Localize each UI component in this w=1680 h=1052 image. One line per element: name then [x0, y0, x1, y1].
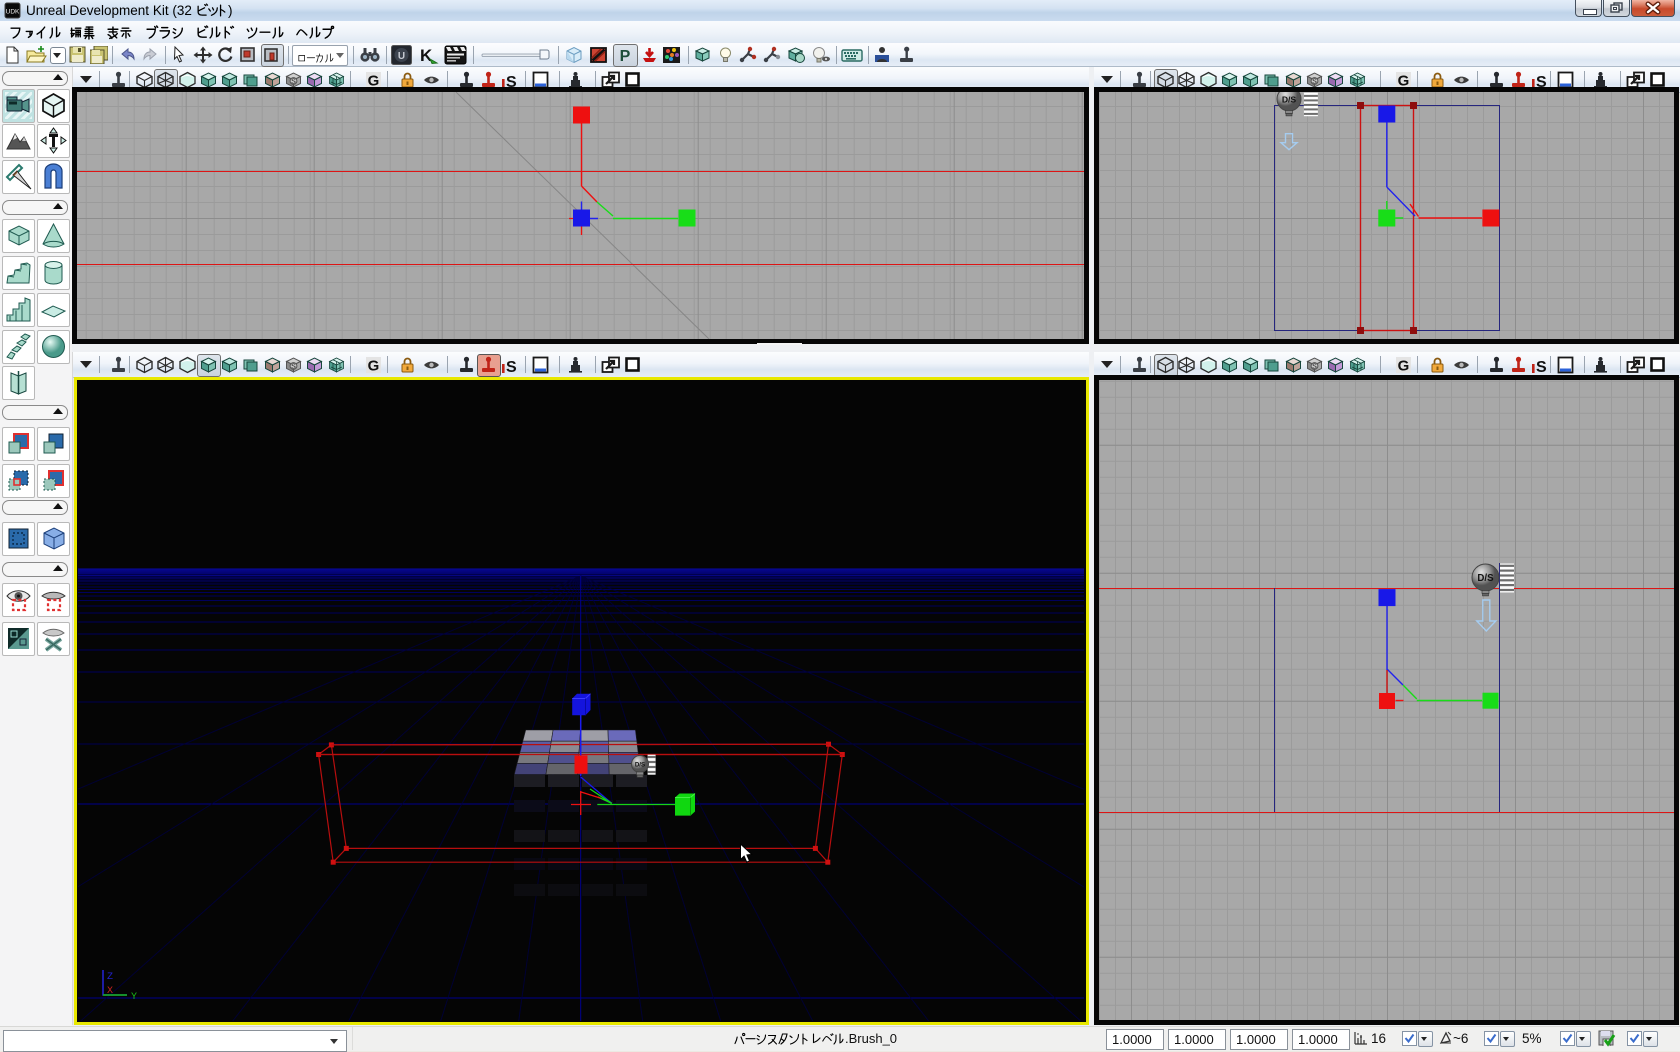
svg-text:S: S	[291, 364, 296, 371]
svg-text:X: X	[107, 986, 113, 997]
svg-text:S: S	[506, 359, 517, 374]
svg-text:G: G	[1398, 358, 1410, 375]
svg-text:S: S	[1312, 364, 1317, 371]
svg-text:D/S: D/S	[635, 761, 645, 768]
svg-text:S: S	[1536, 359, 1547, 374]
svg-text:G: G	[368, 358, 380, 375]
svg-text:D/S: D/S	[1477, 573, 1494, 584]
svg-text:Z: Z	[107, 972, 113, 983]
svg-text:U: U	[398, 51, 405, 62]
svg-text:Y: Y	[131, 992, 137, 1003]
svg-text:P: P	[620, 48, 631, 64]
svg-text:UDK: UDK	[6, 9, 20, 16]
svg-text:S: S	[1312, 79, 1317, 86]
svg-text:D/S: D/S	[1282, 94, 1297, 104]
svg-text:S: S	[291, 79, 296, 86]
